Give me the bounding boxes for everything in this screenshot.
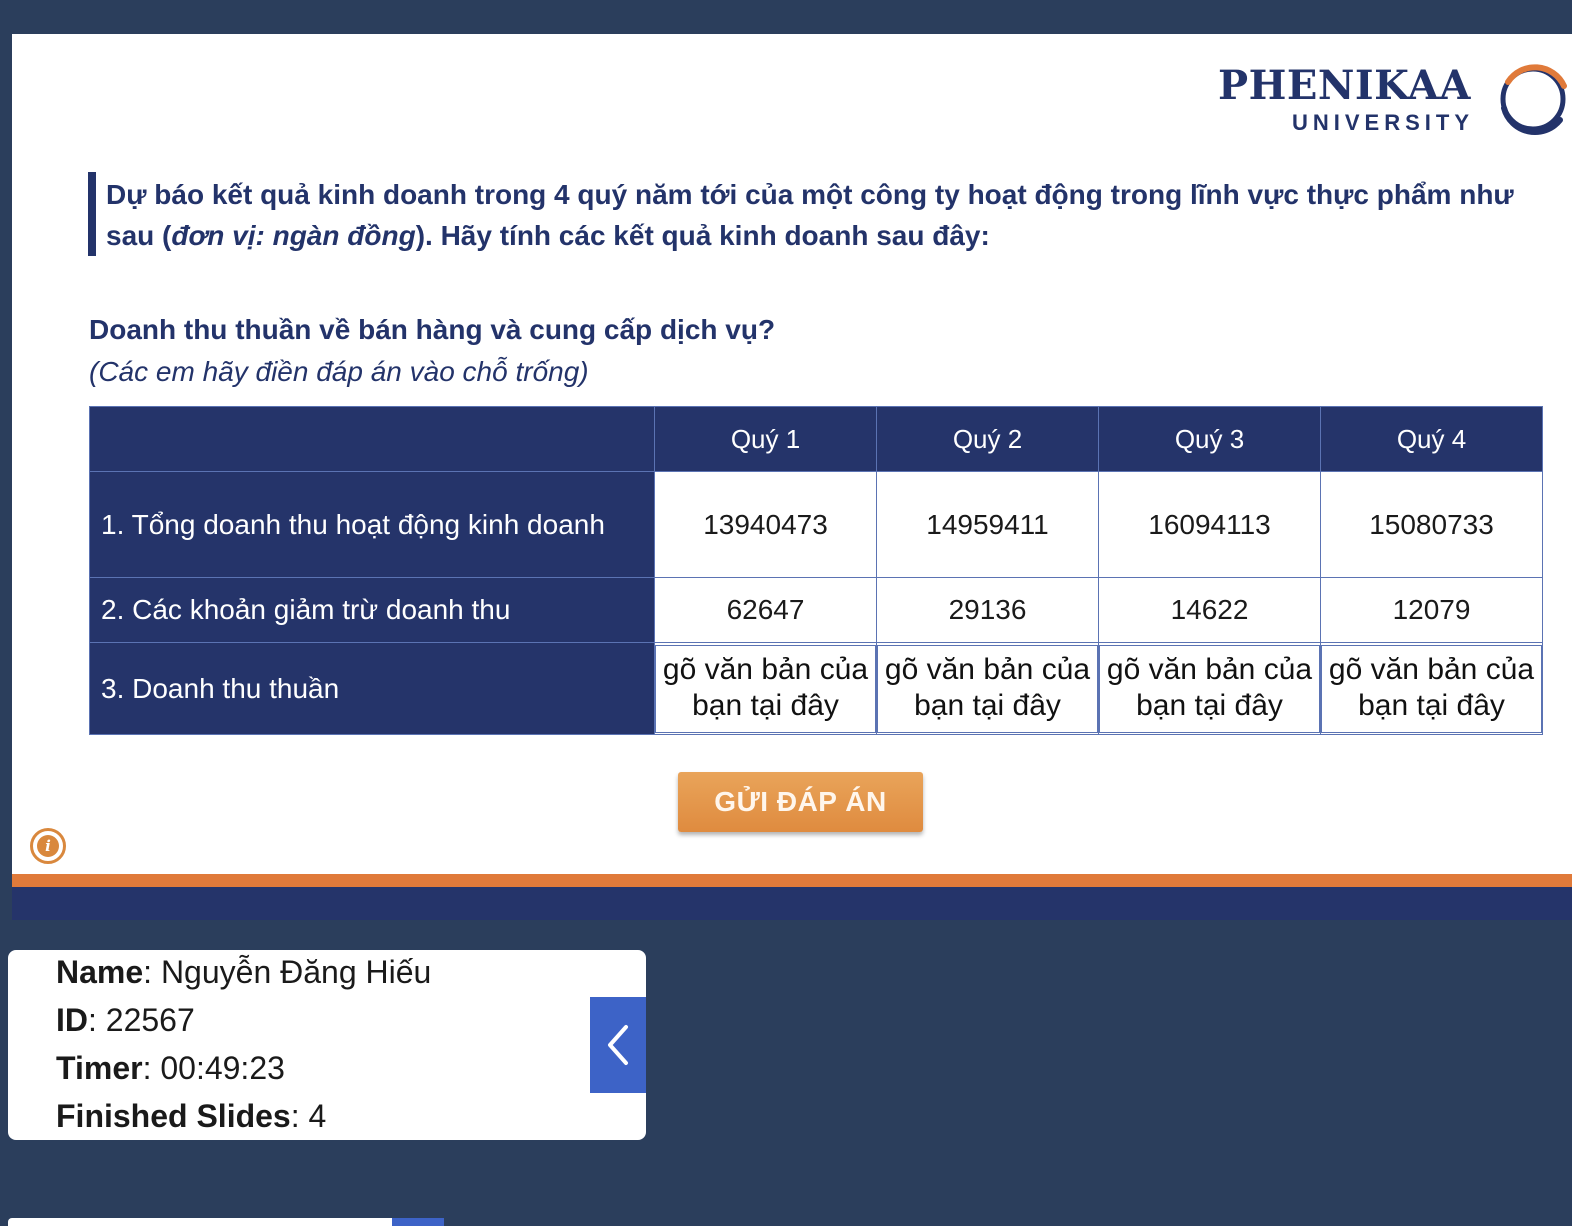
table-cell: 16094113: [1098, 471, 1321, 578]
row-label: 2. Các khoản giảm trừ doanh thu: [89, 577, 655, 643]
problem-statement: Dự báo kết quả kinh doanh trong 4 quý nă…: [88, 172, 1558, 256]
header-q2: Quý 2: [876, 406, 1099, 472]
info-button[interactable]: i: [30, 828, 66, 864]
footer-bar: [12, 887, 1572, 920]
name-label: Name: [56, 954, 144, 990]
footer-accent-bar: [12, 874, 1572, 887]
logo-name: PHENIKAA: [1218, 62, 1471, 109]
table-row: 1. Tổng doanh thu hoạt động kinh doanh 1…: [89, 471, 1543, 578]
answer-input-q1[interactable]: gõ văn bản của bạn tại đây: [655, 644, 876, 733]
collapse-panel-button[interactable]: [590, 997, 646, 1093]
student-info-panel: Name: Nguyễn Đăng Hiếu ID: 22567 Timer: …: [8, 950, 646, 1140]
answer-cell-q2: gõ văn bản của bạn tại đây: [876, 642, 1099, 735]
table-cell: 15080733: [1320, 471, 1543, 578]
header-q4: Quý 4: [1320, 406, 1543, 472]
intro-text-2: ). Hãy tính các kết quả kinh doanh sau đ…: [415, 220, 990, 251]
submit-answer-button[interactable]: GỬI ĐÁP ÁN: [678, 772, 923, 832]
table-cell: 13940473: [654, 471, 877, 578]
id-label: ID: [56, 1002, 88, 1038]
answer-cell-q4: gõ văn bản của bạn tại đây: [1320, 642, 1543, 735]
university-logo: PHENIKAA UNIVERSITY: [1218, 60, 1572, 140]
results-table: Quý 1 Quý 2 Quý 3 Quý 4 1. Tổng doanh th…: [89, 406, 1543, 735]
row-label: 3. Doanh thu thuần: [89, 642, 655, 735]
question-title: Doanh thu thuần về bán hàng và cung cấp …: [89, 314, 776, 345]
next-panel-edge: [8, 1218, 392, 1226]
finished-slides-row: Finished Slides: 4: [56, 1098, 327, 1134]
table-cell: 14959411: [876, 471, 1099, 578]
answer-cell-q3: gõ văn bản của bạn tại đây: [1098, 642, 1321, 735]
table-corner-cell: [89, 406, 655, 472]
name-value: Nguyễn Đăng Hiếu: [160, 954, 432, 990]
student-name-row: Name: Nguyễn Đăng Hiếu: [56, 954, 432, 990]
header-q3: Quý 3: [1098, 406, 1321, 472]
timer-label: Timer: [56, 1050, 143, 1086]
table-cell: 29136: [876, 577, 1099, 643]
student-id-row: ID: 22567: [56, 1002, 195, 1038]
answer-input-q3[interactable]: gõ văn bản của bạn tại đây: [1099, 644, 1320, 733]
table-cell: 62647: [654, 577, 877, 643]
table-cell: 14622: [1098, 577, 1321, 643]
finished-label: Finished Slides: [56, 1098, 291, 1134]
answer-input-q2[interactable]: gõ văn bản của bạn tại đây: [877, 644, 1098, 733]
next-panel-button-edge: [392, 1218, 444, 1226]
logo-subtitle: UNIVERSITY: [1292, 110, 1475, 135]
timer-row: Timer: 00:49:23: [56, 1050, 285, 1086]
answer-cell-q1: gõ văn bản của bạn tại đây: [654, 642, 877, 735]
row-label: 1. Tổng doanh thu hoạt động kinh doanh: [89, 471, 655, 578]
id-value: 22567: [105, 1002, 195, 1038]
table-header-row: Quý 1 Quý 2 Quý 3 Quý 4: [89, 406, 1543, 472]
slide: PHENIKAA UNIVERSITY Dự báo kết quả kinh …: [12, 34, 1572, 887]
table-row: 2. Các khoản giảm trừ doanh thu 62647 29…: [89, 577, 1543, 643]
chevron-left-icon: [608, 1025, 628, 1065]
timer-value: 00:49:23: [160, 1050, 285, 1086]
answer-input-q4[interactable]: gõ văn bản của bạn tại đây: [1321, 644, 1542, 733]
finished-value: 4: [308, 1098, 327, 1134]
table-cell: 12079: [1320, 577, 1543, 643]
table-row: 3. Doanh thu thuần gõ văn bản của bạn tạ…: [89, 642, 1543, 735]
intro-unit: đơn vị: ngàn đồng: [171, 220, 416, 251]
header-q1: Quý 1: [654, 406, 877, 472]
info-icon: i: [37, 835, 59, 857]
logo-ring-icon: [1500, 64, 1567, 135]
question-hint: (Các em hãy điền đáp án vào chỗ trống): [89, 356, 589, 387]
